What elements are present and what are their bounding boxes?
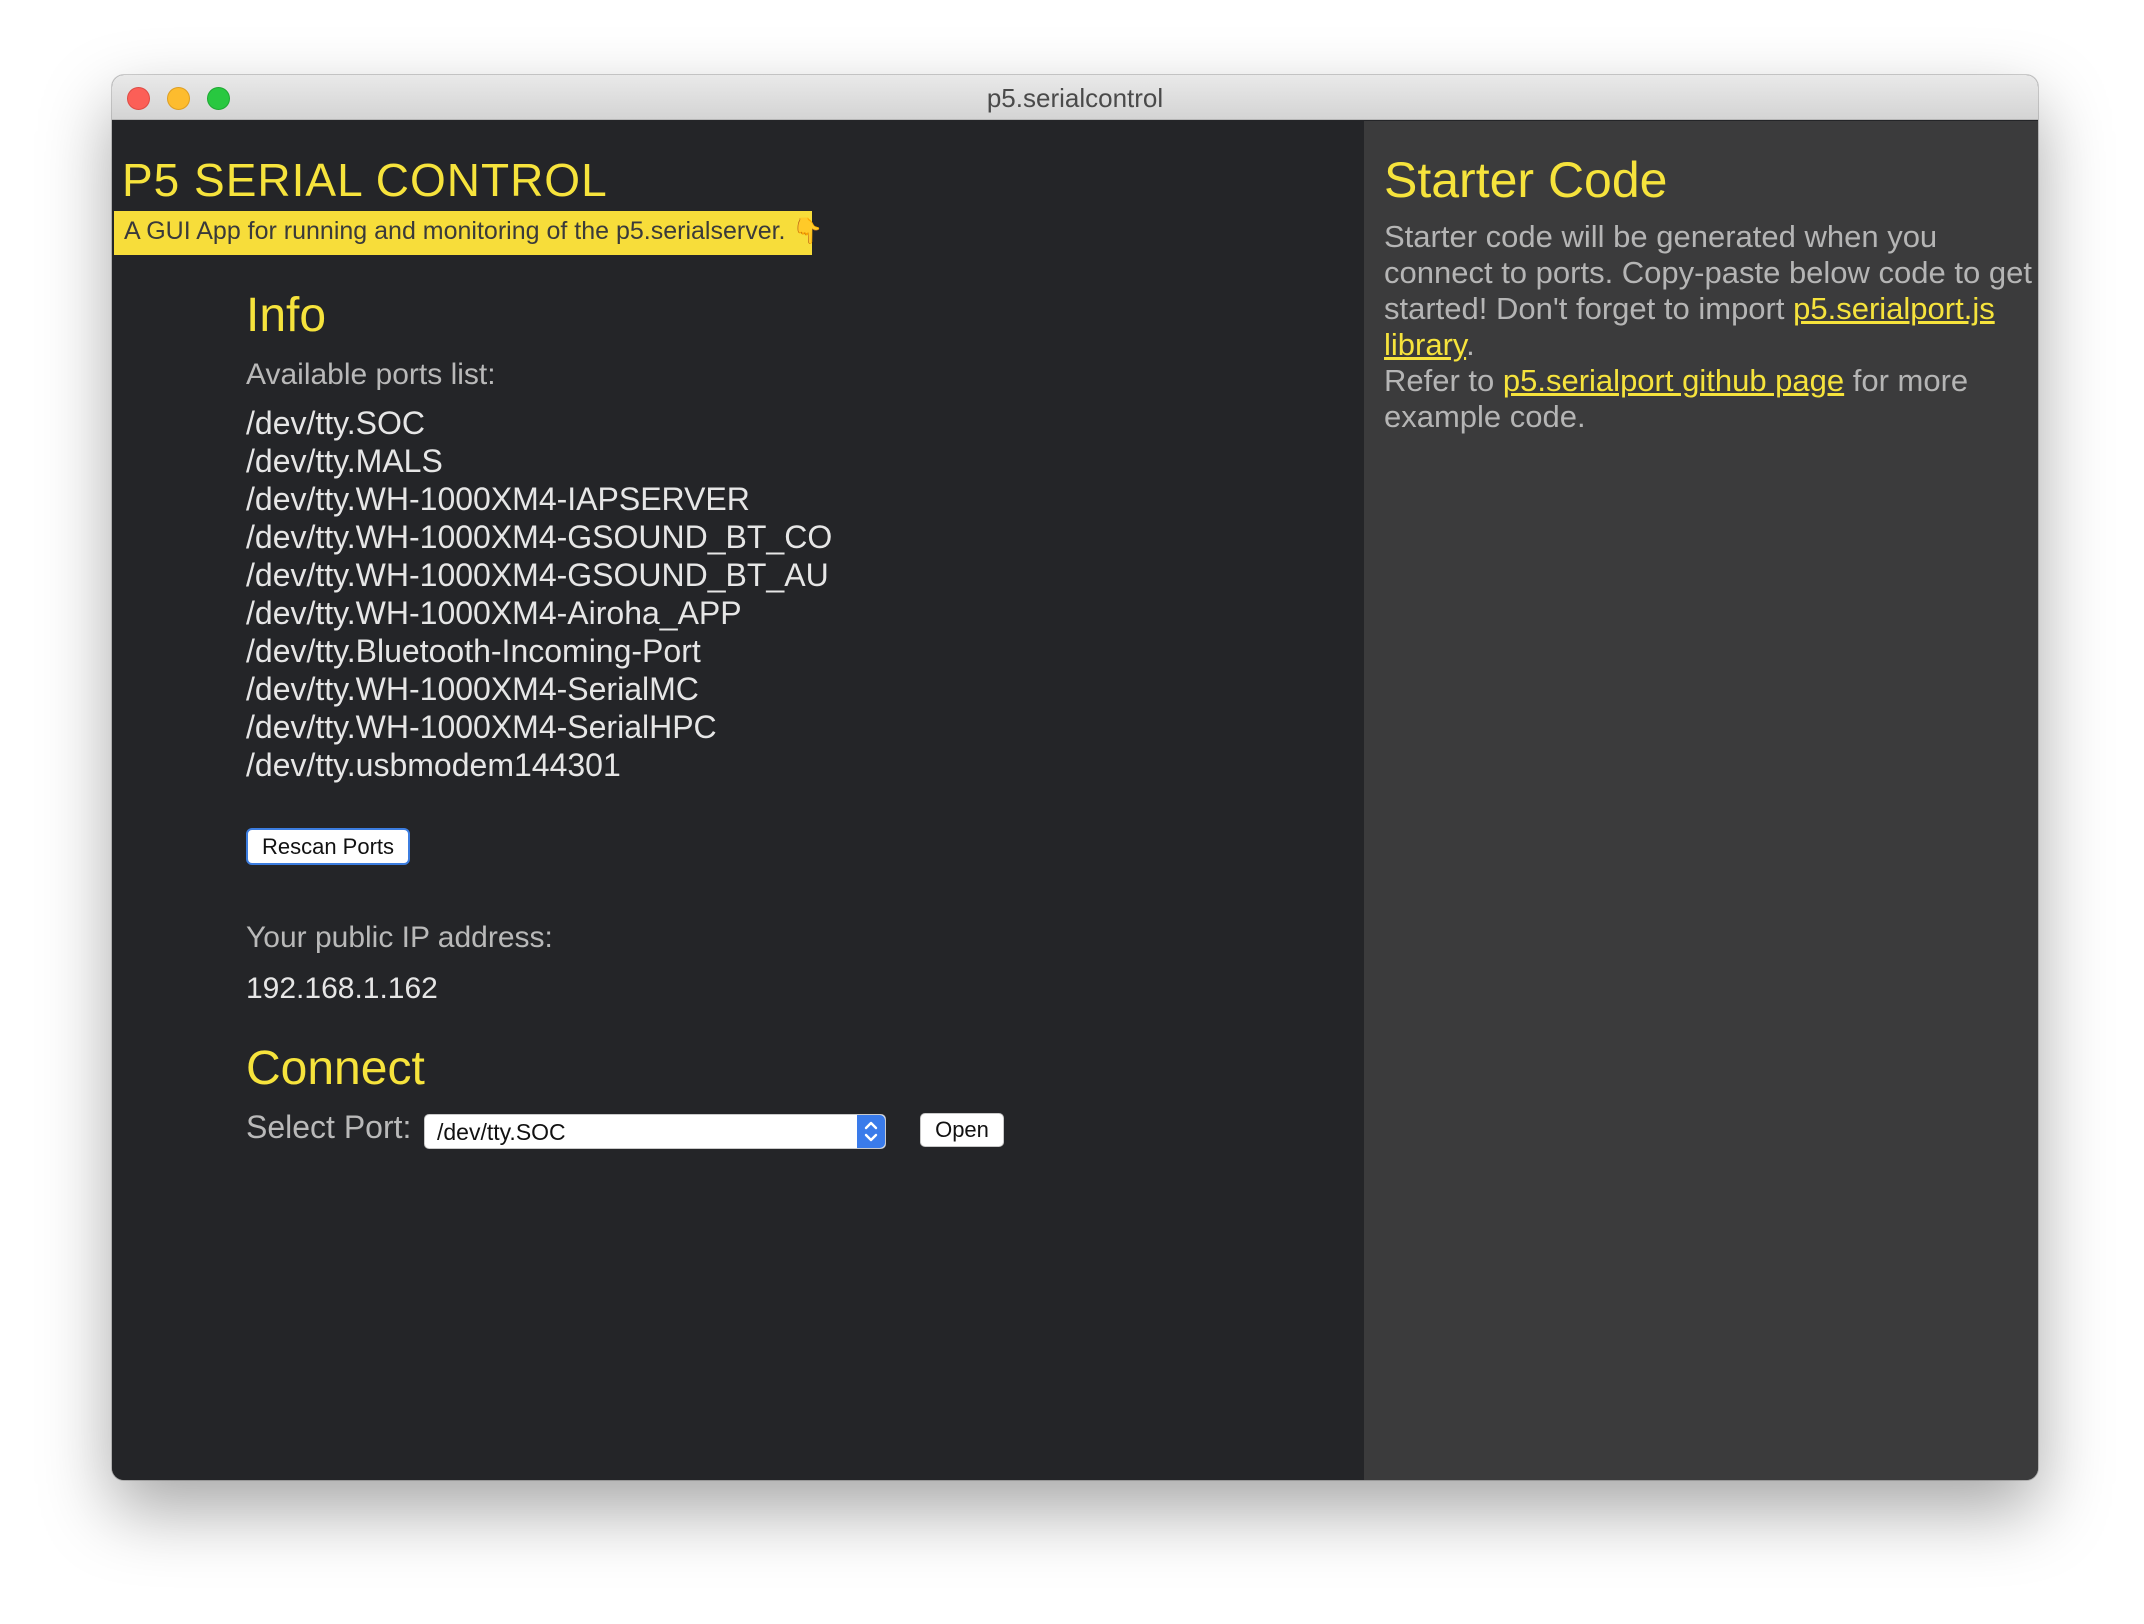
app-tagline: A GUI App for running and monitoring of …: [114, 211, 824, 255]
app-title: P5 SERIAL CONTROL: [122, 154, 608, 206]
starter-code-heading: Starter Code: [1384, 152, 1668, 208]
ports-list-label: Available ports list:: [246, 358, 496, 391]
p5-serialport-github-link[interactable]: p5.serialport github page: [1503, 363, 1844, 398]
select-port-label: Select Port:: [246, 1109, 412, 1145]
connect-heading: Connect: [246, 1042, 425, 1095]
port-item: /dev/tty.WH-1000XM4-IAPSERVER: [246, 481, 750, 517]
port-item: /dev/tty.WH-1000XM4-SerialMC: [246, 671, 699, 707]
port-select[interactable]: /dev/tty.SOC: [424, 1114, 886, 1149]
port-item: /dev/tty.usbmodem144301: [246, 747, 621, 783]
port-item: /dev/tty.Bluetooth-Incoming-Port: [246, 633, 701, 669]
port-item: /dev/tty.MALS: [246, 443, 443, 479]
window-title: p5.serialcontrol: [986, 83, 1164, 113]
port-item: /dev/tty.WH-1000XM4-Airoha_APP: [246, 595, 742, 631]
port-item: /dev/tty.WH-1000XM4-SerialHPC: [246, 709, 717, 745]
rescan-ports-button[interactable]: Rescan Ports: [246, 828, 410, 865]
port-item: /dev/tty.WH-1000XM4-GSOUND_BT_CO: [246, 519, 833, 555]
public-ip-label: Your public IP address:: [246, 921, 553, 954]
public-ip-value: 192.168.1.162: [246, 972, 438, 1005]
port-select-value: /dev/tty.SOC: [437, 1119, 566, 1145]
starter-code-description: Starter code will be generated when you …: [1384, 219, 2038, 363]
port-item: /dev/tty.WH-1000XM4-GSOUND_BT_AU: [246, 557, 829, 593]
app-window: p5.serialcontrol P5 SERIAL CONTROL A GUI…: [112, 75, 2038, 1480]
chevron-up-down-icon[interactable]: [857, 1115, 885, 1148]
title-bar[interactable]: p5.serialcontrol: [112, 75, 2038, 120]
info-heading: Info: [246, 289, 327, 342]
refer-text: Refer to: [1384, 363, 1503, 398]
github-reference: Refer to p5.serialport github page for m…: [1384, 363, 2038, 435]
port-item: /dev/tty.SOC: [246, 405, 426, 441]
main-panel: P5 SERIAL CONTROL A GUI App for running …: [112, 121, 1364, 1480]
starter-code-panel: Starter Code Starter code will be genera…: [1364, 121, 2038, 1480]
ports-list: /dev/tty.SOC /dev/tty.MALS /dev/tty.WH-1…: [246, 404, 832, 784]
starter-text-end: .: [1466, 327, 1475, 362]
open-port-button[interactable]: Open: [920, 1113, 1004, 1147]
